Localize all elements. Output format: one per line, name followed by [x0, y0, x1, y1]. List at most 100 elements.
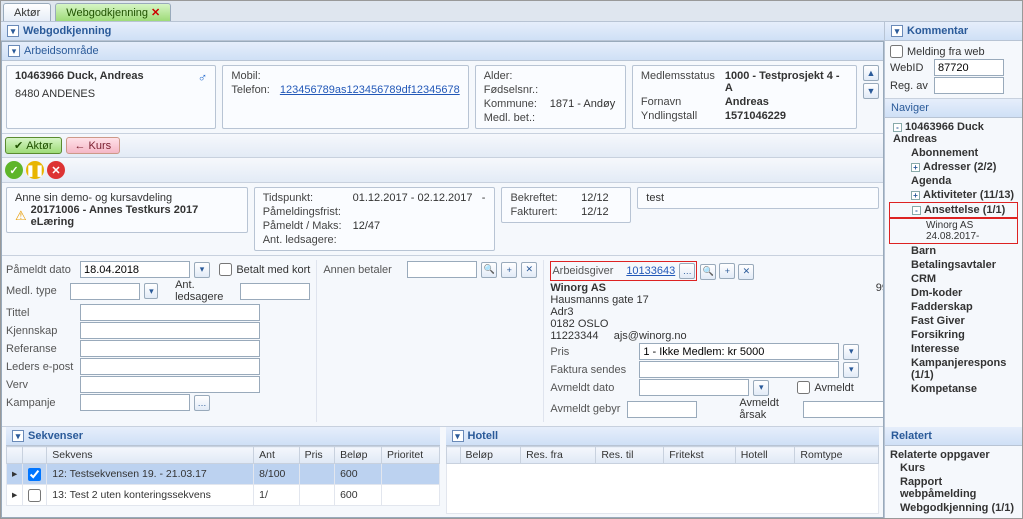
- row-check[interactable]: [28, 489, 41, 502]
- sequence-row[interactable]: ▸ 13: Test 2 uten konteringssekvens 1/ 6…: [7, 485, 440, 506]
- col-belop[interactable]: Beløp: [460, 447, 521, 464]
- collapse-icon[interactable]: ▾: [7, 25, 19, 37]
- nav-item[interactable]: Barn: [889, 244, 1018, 258]
- aktor-button[interactable]: ✔ Aktør: [5, 137, 62, 154]
- phone-link[interactable]: 123456789as123456789df12345678: [280, 84, 460, 96]
- col-resfra[interactable]: Res. fra: [521, 447, 596, 464]
- clear-icon[interactable]: ✕: [738, 264, 754, 280]
- companions-form-label: Ant. ledsagere: [175, 279, 236, 303]
- related-item[interactable]: Webgodkjenning (1/1): [890, 501, 1017, 515]
- paid-card-checkbox[interactable]: [219, 263, 232, 276]
- nav-item[interactable]: Forsikring: [889, 328, 1018, 342]
- regav-input[interactable]: [934, 77, 1004, 94]
- confirmed-label: Bekreftet:: [510, 192, 571, 204]
- clear-icon[interactable]: ✕: [521, 262, 537, 278]
- companions-input[interactable]: [240, 283, 310, 300]
- invoice-to-input[interactable]: [639, 361, 839, 378]
- tab-aktor[interactable]: Aktør: [3, 3, 51, 21]
- webid-input[interactable]: [934, 59, 1004, 76]
- registered-date-input[interactable]: [80, 261, 190, 278]
- nav-item[interactable]: Agenda: [889, 174, 1018, 188]
- verv-input[interactable]: [80, 376, 260, 393]
- col-hotell[interactable]: Hotell: [735, 447, 795, 464]
- approve-icon[interactable]: ✓: [5, 161, 23, 179]
- price-label: Pris: [550, 346, 635, 358]
- nav-item[interactable]: Kampanjerespons (1/1): [889, 356, 1018, 382]
- lookup-icon[interactable]: 🔍: [481, 262, 497, 278]
- verv-label: Verv: [6, 379, 76, 391]
- nav-item[interactable]: Dm-koder: [889, 286, 1018, 300]
- related-item[interactable]: Rapport webpåmelding: [890, 475, 1017, 501]
- nav-item[interactable]: Betalingsavtaler: [889, 258, 1018, 272]
- col-ant[interactable]: Ant: [254, 447, 299, 464]
- collapse-icon[interactable]: ▾: [12, 430, 24, 442]
- related-item[interactable]: Kurs: [890, 461, 1017, 475]
- row-check[interactable]: [28, 468, 41, 481]
- scroll-up-icon[interactable]: ▲: [863, 65, 879, 81]
- time-value: 01.12.2017 - 02.12.2017: [353, 192, 473, 204]
- leader-email-input[interactable]: [80, 358, 260, 375]
- navigate-header: Naviger: [885, 99, 1022, 118]
- calendar-icon[interactable]: ▾: [753, 380, 769, 396]
- add-icon[interactable]: +: [501, 262, 517, 278]
- sequence-row[interactable]: ▸ 12: Testsekvensen 19. - 21.03.17 8/100…: [7, 464, 440, 485]
- pause-icon[interactable]: ❚❚: [26, 161, 44, 179]
- col-prioritet[interactable]: Prioritet: [381, 447, 439, 464]
- nav-root[interactable]: -10463966 Duck Andreas: [889, 120, 1018, 146]
- expand-icon[interactable]: ▸: [7, 464, 23, 485]
- add-icon[interactable]: +: [719, 263, 735, 279]
- dropdown-icon[interactable]: ▾: [843, 344, 859, 360]
- nav-item[interactable]: Fast Giver: [889, 314, 1018, 328]
- leader-email-label: Leders e-post: [6, 361, 76, 373]
- collapse-icon[interactable]: ▾: [891, 25, 903, 37]
- reference-input[interactable]: [80, 340, 260, 357]
- nav-item[interactable]: Interesse: [889, 342, 1018, 356]
- scroll-down-icon[interactable]: ▼: [863, 83, 879, 99]
- nav-item[interactable]: -Ansettelse (1/1): [889, 202, 1018, 218]
- lookup-icon[interactable]: …: [679, 263, 695, 279]
- unreg-checkbox[interactable]: [797, 381, 810, 394]
- nav-item[interactable]: Kompetanse: [889, 382, 1018, 396]
- collapse-icon[interactable]: ▾: [8, 45, 20, 57]
- title-input[interactable]: [80, 304, 260, 321]
- memtype-input[interactable]: [70, 283, 140, 300]
- kurs-button[interactable]: ← Kurs: [66, 137, 121, 154]
- knowledge-input[interactable]: [80, 322, 260, 339]
- col-sekvens[interactable]: Sekvens: [47, 447, 254, 464]
- unreg-reason-input[interactable]: [803, 401, 883, 418]
- nav-item[interactable]: Fadderskap: [889, 300, 1018, 314]
- nav-item[interactable]: Abonnement: [889, 146, 1018, 160]
- dropdown-icon[interactable]: ▾: [144, 283, 158, 299]
- col-pris[interactable]: Pris: [299, 447, 334, 464]
- reject-icon[interactable]: ✕: [47, 161, 65, 179]
- employer-id-link[interactable]: 10133643: [626, 265, 675, 277]
- hotel-row[interactable]: [446, 464, 879, 514]
- close-icon[interactable]: ✕: [151, 6, 160, 19]
- price-input[interactable]: [639, 343, 839, 360]
- lookup-icon[interactable]: 🔍: [700, 264, 716, 280]
- campaign-input[interactable]: [80, 394, 190, 411]
- other-payer-label: Annen betaler: [323, 264, 403, 276]
- col-restil[interactable]: Res. til: [596, 447, 664, 464]
- col-romtype[interactable]: Romtype: [795, 447, 879, 464]
- nav-subitem[interactable]: Winorg AS 24.08.2017-: [889, 218, 1018, 244]
- collapse-icon[interactable]: ▾: [452, 430, 464, 442]
- expand-icon[interactable]: ▸: [7, 485, 23, 506]
- age-label: Alder:: [484, 70, 540, 82]
- col-belop[interactable]: Beløp: [335, 447, 382, 464]
- nav-item[interactable]: +Aktiviteter (11/13): [889, 188, 1018, 202]
- dropdown-icon[interactable]: ▾: [843, 362, 859, 378]
- nav-item[interactable]: CRM: [889, 272, 1018, 286]
- calendar-icon[interactable]: ▾: [194, 262, 210, 278]
- msg-checkbox[interactable]: [890, 45, 903, 58]
- lookup-icon[interactable]: …: [194, 395, 210, 411]
- tab-webgodkjenning[interactable]: Webgodkjenning ✕: [55, 3, 171, 21]
- unreg-date-input[interactable]: [639, 379, 749, 396]
- nav-item[interactable]: +Adresser (2/2): [889, 160, 1018, 174]
- other-payer-input[interactable]: [407, 261, 477, 278]
- unreg-fee-input[interactable]: [627, 401, 697, 418]
- person-name: 10463966 Duck, Andreas: [15, 70, 144, 82]
- tab-aktor-label: Aktør: [14, 7, 40, 19]
- favnum-value: 1571046229: [725, 110, 848, 122]
- col-fritekst[interactable]: Fritekst: [664, 447, 736, 464]
